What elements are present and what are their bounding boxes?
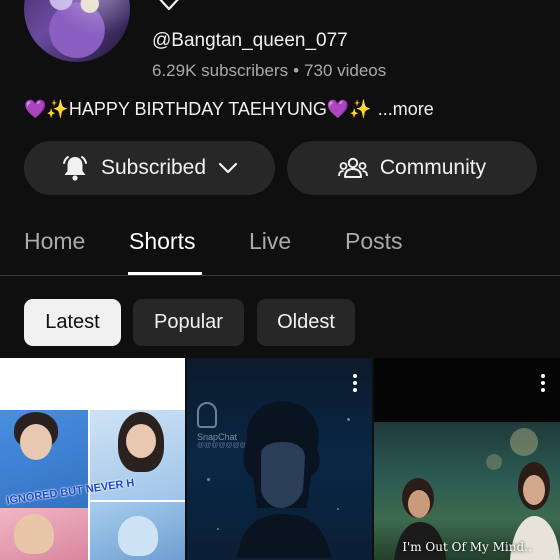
short-thumbnail[interactable]: SnapChat @@@@@@@@@@@@: [187, 358, 372, 560]
community-label: Community: [379, 156, 487, 179]
thumbnail-caption: I'm Out Of My Mind..: [402, 540, 532, 554]
community-button[interactable]: Community: [287, 141, 537, 195]
more-vert-icon[interactable]: [352, 374, 358, 392]
channel-tabs: Home Shorts Live Posts: [0, 212, 560, 276]
more-link[interactable]: ...more: [378, 99, 434, 119]
channel-handle: @Bangtan_queen_077: [152, 30, 348, 51]
chevron-down-icon: [218, 162, 238, 174]
more-vert-icon[interactable]: [540, 374, 546, 392]
community-icon: [337, 157, 368, 178]
meta-separator: •: [293, 61, 300, 80]
channel-avatar[interactable]: [24, 0, 130, 62]
description-text: 💜✨HAPPY BIRTHDAY TAEHYUNG💜✨: [24, 99, 372, 119]
thumbnail-image: [90, 502, 185, 560]
subscriber-count: 6.29K subscribers: [152, 61, 289, 80]
tab-home[interactable]: Home: [24, 228, 85, 255]
tab-live[interactable]: Live: [249, 228, 291, 255]
filter-latest-chip[interactable]: Latest: [24, 299, 121, 346]
thumbnail-image: [237, 401, 331, 558]
short-thumbnail[interactable]: I'm Out Of My Mind..: [374, 358, 560, 560]
heart-outline-icon[interactable]: [154, 0, 184, 16]
filter-popular-chip[interactable]: Popular: [133, 299, 244, 346]
snapchat-logo-icon: [197, 402, 217, 428]
active-tab-indicator: [128, 272, 202, 275]
video-count: 730 videos: [304, 61, 387, 80]
short-thumbnail[interactable]: IGNORED BUT NEVER H: [0, 358, 185, 560]
channel-description[interactable]: 💜✨HAPPY BIRTHDAY TAEHYUNG💜✨ ...more: [24, 99, 434, 120]
channel-stats: 6.29K subscribers • 730 videos: [152, 61, 386, 81]
thumbnail-image: [0, 508, 88, 560]
bell-icon: [62, 156, 87, 181]
filter-oldest-chip[interactable]: Oldest: [257, 299, 355, 346]
tab-posts[interactable]: Posts: [345, 228, 403, 255]
subscribed-label: Subscribed: [100, 156, 207, 179]
tab-shorts[interactable]: Shorts: [129, 228, 195, 255]
subscribed-button[interactable]: Subscribed: [24, 141, 275, 195]
